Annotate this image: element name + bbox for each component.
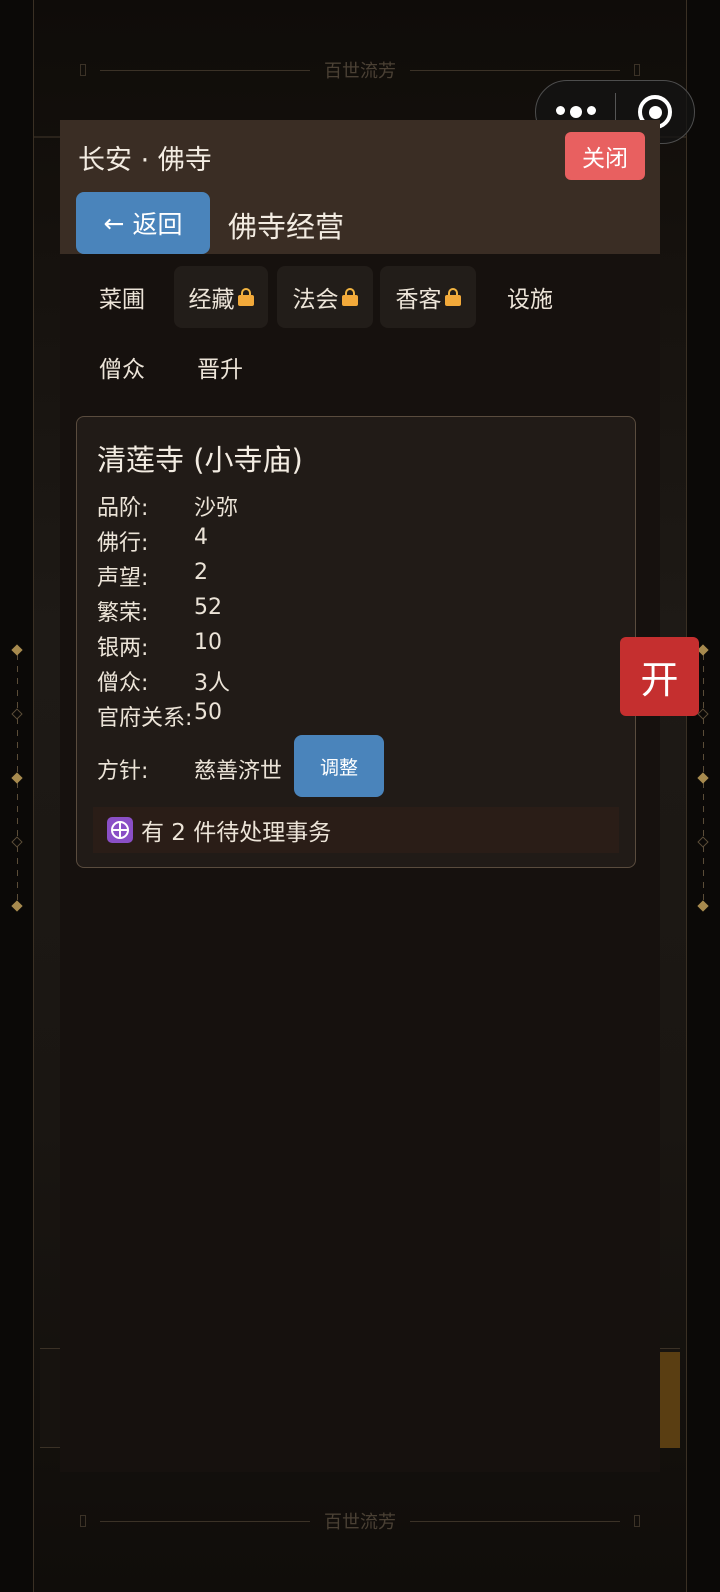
stat-government-relation: 官府关系: 50 bbox=[97, 700, 222, 732]
stat-value: 52 bbox=[194, 595, 222, 620]
temple-panel: 长安 · 佛寺 关闭 ← 返回 佛寺经营 菜圃 经藏 法会 香客 设施 僧众 晋… bbox=[60, 120, 660, 1472]
bottom-banner-text: 百世流芳 bbox=[324, 1512, 396, 1533]
stat-key: 官府关系: bbox=[97, 706, 193, 731]
stat-value: 3人 bbox=[194, 671, 230, 696]
temple-name: 清莲寺 (小寺庙) bbox=[97, 443, 303, 477]
tab-vegetable-garden[interactable]: 菜圃 bbox=[76, 266, 168, 328]
panel-header: 长安 · 佛寺 关闭 ← 返回 佛寺经营 bbox=[60, 120, 660, 254]
bottom-banner: 百世流芳 bbox=[80, 1506, 640, 1536]
tab-facilities[interactable]: 设施 bbox=[486, 266, 574, 328]
tab-label: 经藏 bbox=[188, 287, 235, 313]
tab-label: 晋升 bbox=[197, 357, 243, 383]
tab-dharma-assembly[interactable]: 法会 bbox=[277, 266, 373, 328]
top-banner-text: 百世流芳 bbox=[324, 61, 396, 82]
more-dots-icon[interactable] bbox=[536, 106, 615, 118]
stat-key: 方针: bbox=[97, 759, 149, 784]
lock-icon bbox=[444, 288, 461, 306]
page-subtitle: 佛寺经营 bbox=[228, 210, 345, 244]
back-button[interactable]: ← 返回 bbox=[76, 192, 210, 254]
stat-prosperity: 繁荣: 52 bbox=[97, 595, 222, 627]
stat-key: 品阶: bbox=[97, 496, 149, 521]
stat-reputation: 声望: 2 bbox=[97, 560, 208, 592]
stat-rank: 品阶: 沙弥 bbox=[97, 490, 238, 522]
lock-icon bbox=[237, 288, 254, 306]
stat-key: 僧众: bbox=[97, 671, 149, 696]
lock-icon bbox=[341, 288, 358, 306]
top-banner: 百世流芳 bbox=[80, 55, 640, 85]
stat-buddhist-practice: 佛行: 4 bbox=[97, 525, 208, 557]
stat-key: 佛行: bbox=[97, 531, 149, 556]
back-button-label: 返回 bbox=[132, 210, 183, 239]
open-button[interactable]: 开 bbox=[620, 637, 699, 716]
tab-label: 设施 bbox=[507, 287, 553, 313]
stat-silver: 银两: 10 bbox=[97, 630, 222, 662]
stat-value: 10 bbox=[194, 630, 222, 655]
tab-label: 法会 bbox=[292, 287, 339, 313]
stat-value: 4 bbox=[194, 525, 208, 550]
stat-key: 银两: bbox=[97, 636, 149, 661]
dharma-wheel-icon bbox=[107, 817, 133, 843]
tab-label: 香客 bbox=[395, 287, 442, 313]
stat-monks: 僧众: 3人 bbox=[97, 665, 230, 697]
left-ornament bbox=[10, 644, 24, 912]
close-button[interactable]: 关闭 bbox=[565, 132, 645, 180]
temple-info-card: 清莲寺 (小寺庙) 品阶: 沙弥 佛行: 4 声望: 2 繁荣: 52 银两: … bbox=[76, 416, 636, 868]
adjust-policy-button[interactable]: 调整 bbox=[294, 735, 384, 797]
arrow-left-icon: ← bbox=[103, 208, 125, 238]
tab-promotion[interactable]: 晋升 bbox=[174, 336, 266, 398]
tab-scripture[interactable]: 经藏 bbox=[174, 266, 268, 328]
pending-affairs-banner[interactable]: 有 2 件待处理事务 bbox=[93, 807, 619, 853]
stat-policy: 方针: 慈善济世 bbox=[97, 753, 282, 785]
pending-affairs-text: 有 2 件待处理事务 bbox=[141, 820, 332, 846]
stat-key: 声望: bbox=[97, 566, 149, 591]
stat-key: 繁荣: bbox=[97, 601, 149, 626]
stat-value: 沙弥 bbox=[194, 496, 239, 521]
stat-value: 50 bbox=[194, 700, 222, 725]
tab-monks[interactable]: 僧众 bbox=[76, 336, 168, 398]
stat-value: 2 bbox=[194, 560, 208, 585]
stat-value: 慈善济世 bbox=[194, 759, 283, 784]
tab-label: 菜圃 bbox=[99, 287, 145, 313]
tab-pilgrims[interactable]: 香客 bbox=[380, 266, 476, 328]
tab-label: 僧众 bbox=[99, 357, 145, 383]
panel-title: 长安 · 佛寺 bbox=[78, 145, 212, 176]
